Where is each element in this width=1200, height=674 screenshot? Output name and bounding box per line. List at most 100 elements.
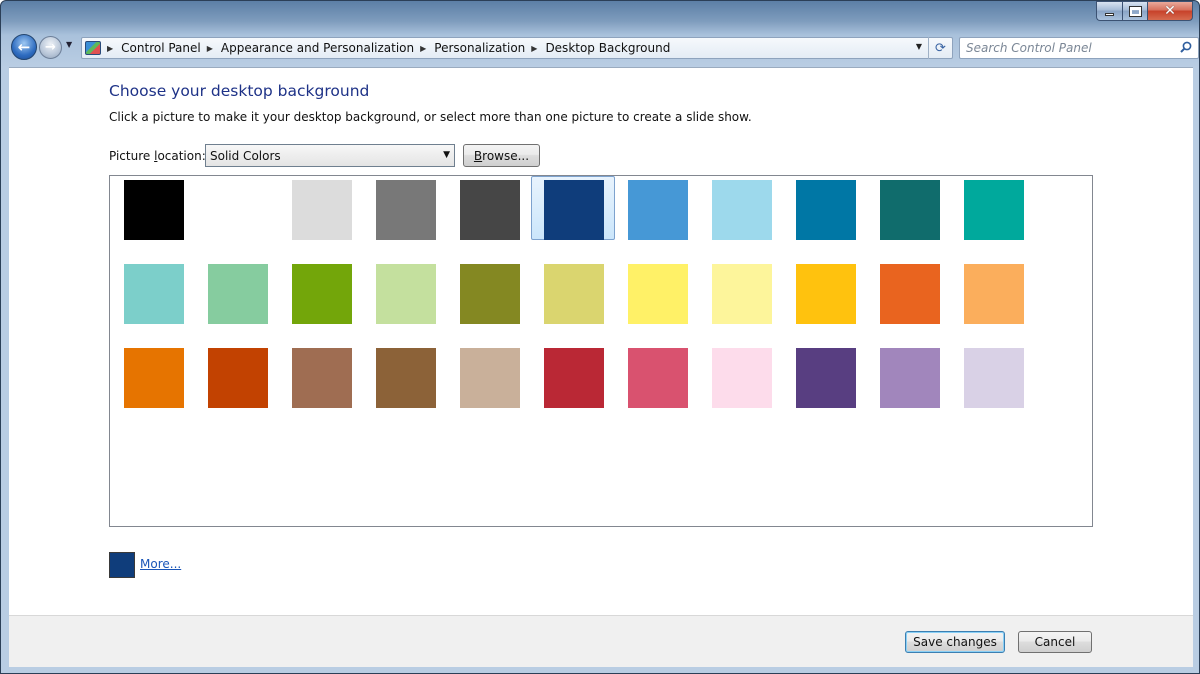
refresh-button[interactable]: ⟳ <box>928 37 952 59</box>
breadcrumb-separator-icon[interactable]: ▶ <box>420 44 426 53</box>
swatch-cell[interactable] <box>531 176 615 240</box>
breadcrumb-appearance[interactable]: Appearance and Personalization <box>221 41 414 55</box>
swatch-cell[interactable] <box>699 344 783 408</box>
swatch-item[interactable] <box>279 344 363 428</box>
search-icon[interactable] <box>1180 41 1192 53</box>
search-box[interactable] <box>959 37 1199 59</box>
swatch-cell[interactable] <box>951 344 1035 408</box>
breadcrumb-personalization[interactable]: Personalization <box>434 41 525 55</box>
swatch-cell[interactable] <box>195 176 279 240</box>
swatch-item[interactable] <box>447 344 531 428</box>
swatch-item[interactable] <box>195 176 279 260</box>
breadcrumb-control-panel[interactable]: Control Panel <box>121 41 201 55</box>
swatch-cell[interactable] <box>699 260 783 324</box>
swatch-cell[interactable] <box>363 344 447 408</box>
swatch-cell[interactable] <box>699 176 783 240</box>
swatch-cell[interactable] <box>783 260 867 324</box>
swatch-cell[interactable] <box>195 260 279 324</box>
swatch-item[interactable] <box>615 344 699 428</box>
swatch-item[interactable] <box>699 176 783 260</box>
search-input[interactable] <box>966 41 1166 55</box>
browse-button[interactable]: Browse... <box>463 144 540 167</box>
swatch-cell[interactable] <box>363 176 447 240</box>
recent-pages-dropdown-icon[interactable]: ▼ <box>66 40 72 49</box>
save-changes-button[interactable]: Save changes <box>905 631 1005 653</box>
swatch-item[interactable] <box>447 260 531 344</box>
swatch-cell[interactable] <box>615 344 699 408</box>
close-button[interactable]: ✕ <box>1147 1 1193 21</box>
swatch-item[interactable] <box>279 176 363 260</box>
swatch-cell[interactable] <box>615 176 699 240</box>
swatch-item[interactable] <box>615 176 699 260</box>
back-arrow-icon: ← <box>17 38 31 56</box>
swatch-item[interactable] <box>363 344 447 428</box>
swatch-cell[interactable] <box>111 344 195 408</box>
swatch-cell[interactable] <box>447 176 531 240</box>
swatch-item[interactable] <box>363 176 447 260</box>
swatch-item[interactable] <box>867 344 951 428</box>
swatch-cell[interactable] <box>951 176 1035 240</box>
breadcrumb-desktop-background[interactable]: Desktop Background <box>545 41 670 55</box>
swatch-cell[interactable] <box>783 344 867 408</box>
current-color-swatch <box>109 552 135 578</box>
address-bar[interactable]: ▶ Control Panel ▶ Appearance and Persona… <box>81 37 953 59</box>
swatch-cell[interactable] <box>867 260 951 324</box>
forward-button[interactable]: → <box>39 36 62 59</box>
swatch-item[interactable] <box>195 260 279 344</box>
swatch-item[interactable] <box>783 344 867 428</box>
footer-bar: Save changes Cancel <box>9 615 1193 667</box>
color-swatch <box>376 264 436 324</box>
back-button[interactable]: ← <box>11 34 37 60</box>
swatch-cell[interactable] <box>447 344 531 408</box>
swatch-cell[interactable] <box>447 260 531 324</box>
address-dropdown-icon[interactable]: ▼ <box>916 42 922 51</box>
swatch-cell[interactable] <box>867 176 951 240</box>
breadcrumb-separator-icon[interactable]: ▶ <box>531 44 537 53</box>
swatch-item[interactable] <box>363 260 447 344</box>
swatch-cell[interactable] <box>531 344 615 408</box>
swatch-item[interactable] <box>783 260 867 344</box>
swatch-cell[interactable] <box>867 344 951 408</box>
swatch-item[interactable] <box>531 344 615 428</box>
swatch-item[interactable] <box>783 176 867 260</box>
swatch-cell[interactable] <box>783 176 867 240</box>
page-description: Click a picture to make it your desktop … <box>109 110 752 124</box>
swatch-item[interactable] <box>531 260 615 344</box>
picture-location-select[interactable]: Solid Colors ▼ <box>205 144 455 167</box>
cancel-button[interactable]: Cancel <box>1018 631 1092 653</box>
swatch-item[interactable] <box>951 176 1035 260</box>
color-swatch <box>544 264 604 324</box>
swatch-item[interactable] <box>951 344 1035 428</box>
swatch-cell[interactable] <box>615 260 699 324</box>
swatch-item[interactable] <box>951 260 1035 344</box>
swatch-item[interactable] <box>699 344 783 428</box>
swatch-cell[interactable] <box>363 260 447 324</box>
swatch-cell[interactable] <box>111 176 195 240</box>
breadcrumb-separator-icon[interactable]: ▶ <box>207 44 213 53</box>
swatch-item[interactable] <box>699 260 783 344</box>
swatch-cell[interactable] <box>111 260 195 324</box>
swatch-item[interactable] <box>531 176 615 260</box>
swatch-cell[interactable] <box>279 344 363 408</box>
swatch-item[interactable] <box>111 260 195 344</box>
swatch-item[interactable] <box>195 344 279 428</box>
swatch-item[interactable] <box>867 176 951 260</box>
more-colors-link[interactable]: More... <box>140 557 181 571</box>
breadcrumb-separator-icon[interactable]: ▶ <box>107 44 113 53</box>
swatch-cell[interactable] <box>279 260 363 324</box>
color-swatch <box>460 348 520 408</box>
swatch-cell[interactable] <box>951 260 1035 324</box>
swatch-cell[interactable] <box>195 344 279 408</box>
forward-arrow-icon: → <box>45 40 56 55</box>
swatch-item[interactable] <box>111 176 195 260</box>
swatch-item[interactable] <box>111 344 195 428</box>
maximize-button[interactable] <box>1122 1 1147 21</box>
color-swatch <box>880 264 940 324</box>
swatch-item[interactable] <box>279 260 363 344</box>
swatch-item[interactable] <box>867 260 951 344</box>
swatch-item[interactable] <box>615 260 699 344</box>
swatch-cell[interactable] <box>531 260 615 324</box>
minimize-button[interactable] <box>1096 1 1122 21</box>
swatch-cell[interactable] <box>279 176 363 240</box>
swatch-item[interactable] <box>447 176 531 260</box>
